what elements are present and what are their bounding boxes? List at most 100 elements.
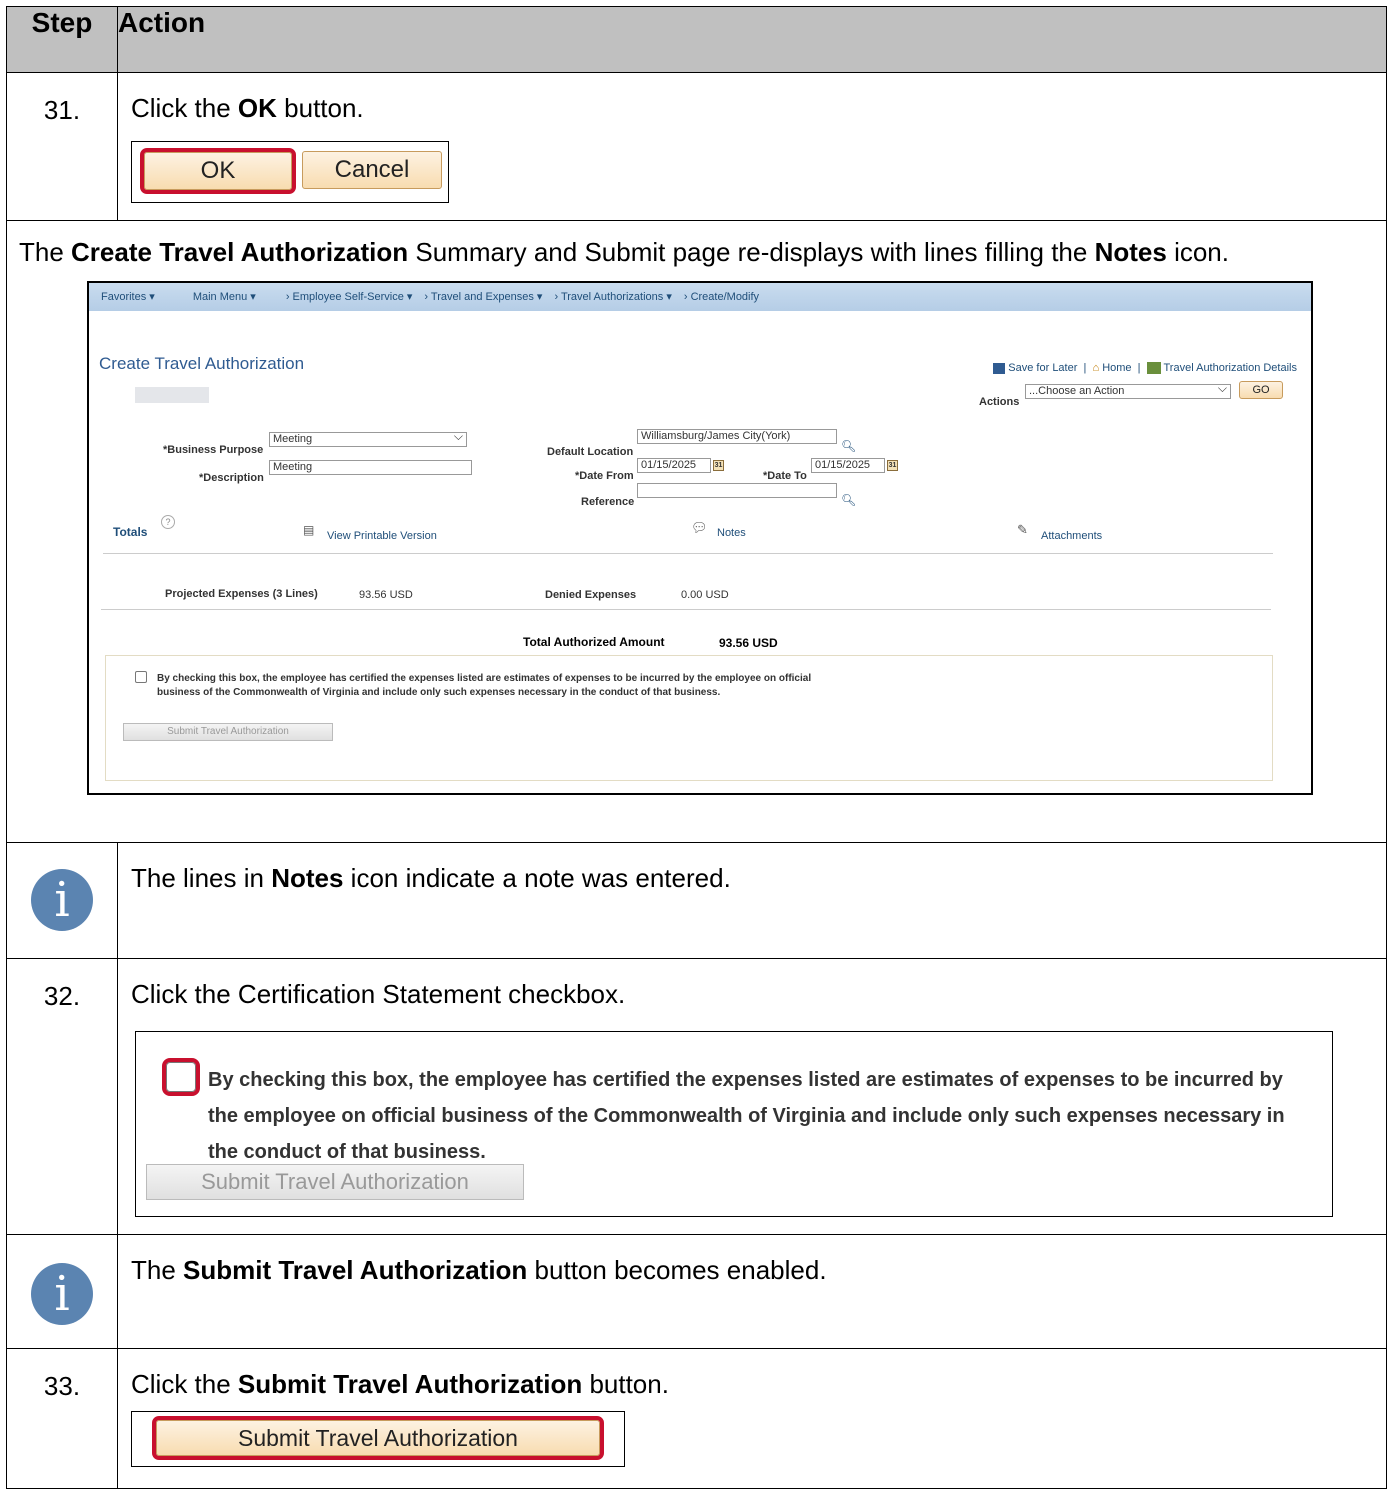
magnifier-icon[interactable]: 🔍︎ [841, 483, 856, 517]
save-icon [993, 362, 1006, 374]
submit-snippet: Submit Travel Authorization [131, 1411, 625, 1467]
default-location-input[interactable]: Williamsburg/James City(York) [637, 429, 837, 444]
peoplesoft-screenshot: Favorites ▾ Main Menu ▾ › Employee Self-… [87, 281, 1313, 795]
text-bold-page: Create Travel Authorization [71, 237, 409, 267]
notes-icon[interactable]: 💬︎ [691, 511, 708, 545]
description-input[interactable]: Meeting [269, 460, 472, 475]
top-links: Save for Later | ⌂ Home | Travel Authori… [993, 351, 1297, 385]
nav-create-modify[interactable]: › Create/Modify [684, 283, 759, 314]
certification-text: By checking this box, the employee has c… [157, 673, 812, 698]
total-authorized-label: Total Authorized Amount [523, 635, 665, 649]
text-part: Summary and Submit page re-displays with… [408, 237, 1095, 267]
redisplay-text: The Create Travel Authorization Summary … [19, 235, 1349, 269]
projected-expenses-label: Projected Expenses (3 Lines) [165, 588, 318, 600]
travel-authorization-details-link[interactable]: Travel Authorization Details [1164, 362, 1298, 374]
certification-text: By checking this box, the employee has c… [208, 1062, 1328, 1170]
business-purpose-select[interactable]: Meeting [269, 430, 467, 447]
printer-icon: ▤ [303, 523, 315, 537]
submit-travel-authorization-button[interactable]: Submit Travel Authorization [123, 723, 333, 741]
info-icon-cell: i [6, 1234, 118, 1349]
step-number: 31. [6, 72, 118, 221]
instruction-text-end: button. [582, 1369, 669, 1399]
actions-select[interactable]: ...Choose an Action [1025, 382, 1231, 399]
view-printable-version-link[interactable]: View Printable Version [327, 519, 437, 553]
step-32-row: 32. Click the Certification Statement ch… [6, 958, 1387, 1235]
reference-label: Reference [581, 496, 635, 508]
help-icon[interactable]: ? [161, 515, 175, 529]
text-bold: Notes [271, 863, 344, 893]
instruction-text-end: button. [276, 93, 364, 123]
instruction-text: Click the Certification Statement checkb… [131, 979, 626, 1009]
step-action: Click the Submit Travel Authorization bu… [117, 1348, 1387, 1489]
nav-employee-self-service[interactable]: › Employee Self-Service ▾ [286, 283, 413, 314]
cancel-button[interactable]: Cancel [302, 151, 442, 189]
attachment-icon: ✎ [1017, 522, 1028, 537]
cert-line: By checking this box, the employee has c… [208, 1069, 1283, 1091]
date-to-input[interactable]: 01/15/2025 [811, 458, 885, 473]
info-icon: i [31, 1263, 93, 1325]
info-icon: i [31, 869, 93, 931]
divider [103, 553, 1273, 554]
step-33-row: 33. Click the Submit Travel Authorizatio… [6, 1348, 1387, 1489]
info-text: The Submit Travel Authorization button b… [117, 1234, 1387, 1349]
procedure-document: Step Action 31. Click the OK button. OK … [6, 6, 1387, 1489]
text-part: icon. [1166, 237, 1229, 267]
text-part: The [19, 237, 72, 267]
go-button[interactable]: GO [1239, 381, 1283, 399]
step-number: 33. [6, 1348, 118, 1489]
details-icon [1146, 362, 1161, 375]
certification-checkbox[interactable] [135, 671, 147, 683]
step-action: Click the Certification Statement checkb… [117, 958, 1387, 1235]
description-label: *Description [199, 472, 264, 484]
denied-expenses-value: 0.00 USD [681, 589, 729, 601]
instruction-bold: Submit Travel Authorization [237, 1369, 583, 1399]
nav-travel-expenses[interactable]: › Travel and Expenses ▾ [424, 283, 542, 314]
info-text: The lines in Notes icon indicate a note … [117, 842, 1387, 959]
calendar-icon[interactable]: 31 [713, 460, 724, 471]
calendar-icon[interactable]: 31 [887, 460, 898, 471]
text-bold: Submit Travel Authorization [183, 1255, 528, 1285]
info-row-1: i The lines in Notes icon indicate a not… [6, 842, 1387, 959]
steps-table: Step Action 31. Click the OK button. OK … [6, 6, 1387, 1489]
text-part: The lines in [131, 863, 272, 893]
info-icon-cell: i [6, 842, 118, 959]
step-number: 32. [6, 958, 118, 1235]
reference-input[interactable] [637, 483, 837, 498]
step-column-header: Step [6, 6, 118, 73]
instruction-text: Click the [131, 93, 238, 123]
notes-link[interactable]: Notes [717, 516, 746, 550]
ok-button[interactable]: OK [140, 148, 296, 194]
nav-favorites[interactable]: Favorites ▾ [101, 283, 155, 314]
breadcrumb-nav: Favorites ▾ Main Menu ▾ › Employee Self-… [89, 283, 1311, 311]
attachments-link[interactable]: Attachments [1041, 519, 1102, 553]
ok-cancel-snippet: OK Cancel [131, 141, 449, 203]
step-action: Click the OK button. OK Cancel [117, 72, 1387, 221]
redisplay-cell: The Create Travel Authorization Summary … [6, 220, 1387, 843]
text-bold-notes: Notes [1094, 237, 1167, 267]
projected-expenses-value: 93.56 USD [359, 589, 413, 601]
page-title: Create Travel Authorization [99, 354, 305, 373]
divider [101, 609, 1271, 610]
home-icon: ⌂ [1092, 362, 1100, 374]
actions-label: Actions [979, 396, 1020, 408]
text-part: The [131, 1255, 184, 1285]
redisplay-row: The Create Travel Authorization Summary … [6, 220, 1387, 843]
totals-label: Totals [113, 525, 148, 539]
text-part: button becomes enabled. [527, 1255, 827, 1285]
nav-travel-authorizations[interactable]: › Travel Authorizations ▾ [554, 283, 671, 314]
home-link[interactable]: Home [1102, 362, 1131, 374]
instruction-text: Click the [131, 1369, 238, 1399]
denied-expenses-label: Denied Expenses [545, 589, 637, 601]
save-for-later-link[interactable]: Save for Later [1008, 362, 1077, 374]
certification-checkbox[interactable] [162, 1058, 200, 1096]
cert-line: the employee on official business of the… [208, 1105, 1285, 1127]
action-column-header: Action [117, 6, 1387, 73]
submit-travel-authorization-button[interactable]: Submit Travel Authorization [152, 1416, 604, 1460]
table-header-row: Step Action [6, 6, 1387, 73]
nav-main-menu[interactable]: Main Menu ▾ [193, 283, 256, 314]
step-31-row: 31. Click the OK button. OK Cancel [6, 72, 1387, 221]
info-row-2: i The Submit Travel Authorization button… [6, 1234, 1387, 1349]
text-part: icon indicate a note was entered. [343, 863, 731, 893]
submit-travel-authorization-button[interactable]: Submit Travel Authorization [146, 1164, 524, 1200]
date-from-input[interactable]: 01/15/2025 [637, 458, 711, 473]
